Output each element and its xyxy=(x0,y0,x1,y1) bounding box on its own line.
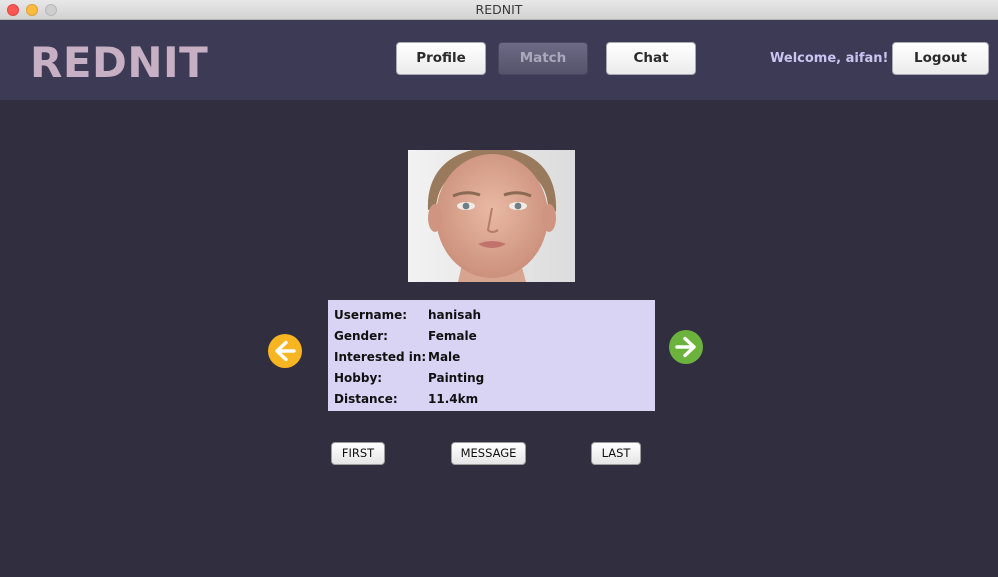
match-button[interactable]: Match xyxy=(498,42,588,75)
first-button[interactable]: FIRST xyxy=(331,442,385,465)
previous-profile-button[interactable] xyxy=(268,334,302,368)
interested-in-label: Interested in: xyxy=(334,349,427,364)
detail-row-username: Username: hanisah xyxy=(334,304,649,325)
app-logo: REDNIT xyxy=(30,38,209,87)
detail-row-hobby: Hobby: Painting xyxy=(334,367,649,388)
distance-value: 11.4km xyxy=(428,391,479,406)
message-button[interactable]: MESSAGE xyxy=(451,442,526,465)
hobby-value: Painting xyxy=(428,370,485,385)
app-header: REDNIT Profile Match Chat Welcome, aifan… xyxy=(0,20,998,100)
interested-in-value: Male xyxy=(428,349,461,364)
profile-button[interactable]: Profile xyxy=(396,42,486,75)
last-button[interactable]: LAST xyxy=(591,442,641,465)
portrait-image xyxy=(408,150,575,282)
detail-row-interested-in: Interested in: Male xyxy=(334,346,649,367)
hobby-label: Hobby: xyxy=(334,370,383,385)
gender-value: Female xyxy=(428,328,477,343)
detail-row-gender: Gender: Female xyxy=(334,325,649,346)
window-title: REDNIT xyxy=(475,2,523,17)
profile-photo xyxy=(408,150,575,282)
username-label: Username: xyxy=(334,307,408,322)
window-title-bar: REDNIT xyxy=(0,0,998,20)
detail-row-distance: Distance: 11.4km xyxy=(334,388,649,409)
username-value: hanisah xyxy=(428,307,482,322)
profile-details-panel: Username: hanisah Gender: Female Interes… xyxy=(328,300,655,411)
arrow-left-icon xyxy=(268,334,302,368)
welcome-message: Welcome, aifan! xyxy=(770,51,889,66)
chat-button[interactable]: Chat xyxy=(606,42,696,75)
distance-label: Distance: xyxy=(334,391,398,406)
gender-label: Gender: xyxy=(334,328,388,343)
arrow-right-icon xyxy=(669,330,703,364)
next-profile-button[interactable] xyxy=(669,330,703,364)
logout-button[interactable]: Logout xyxy=(892,42,989,75)
